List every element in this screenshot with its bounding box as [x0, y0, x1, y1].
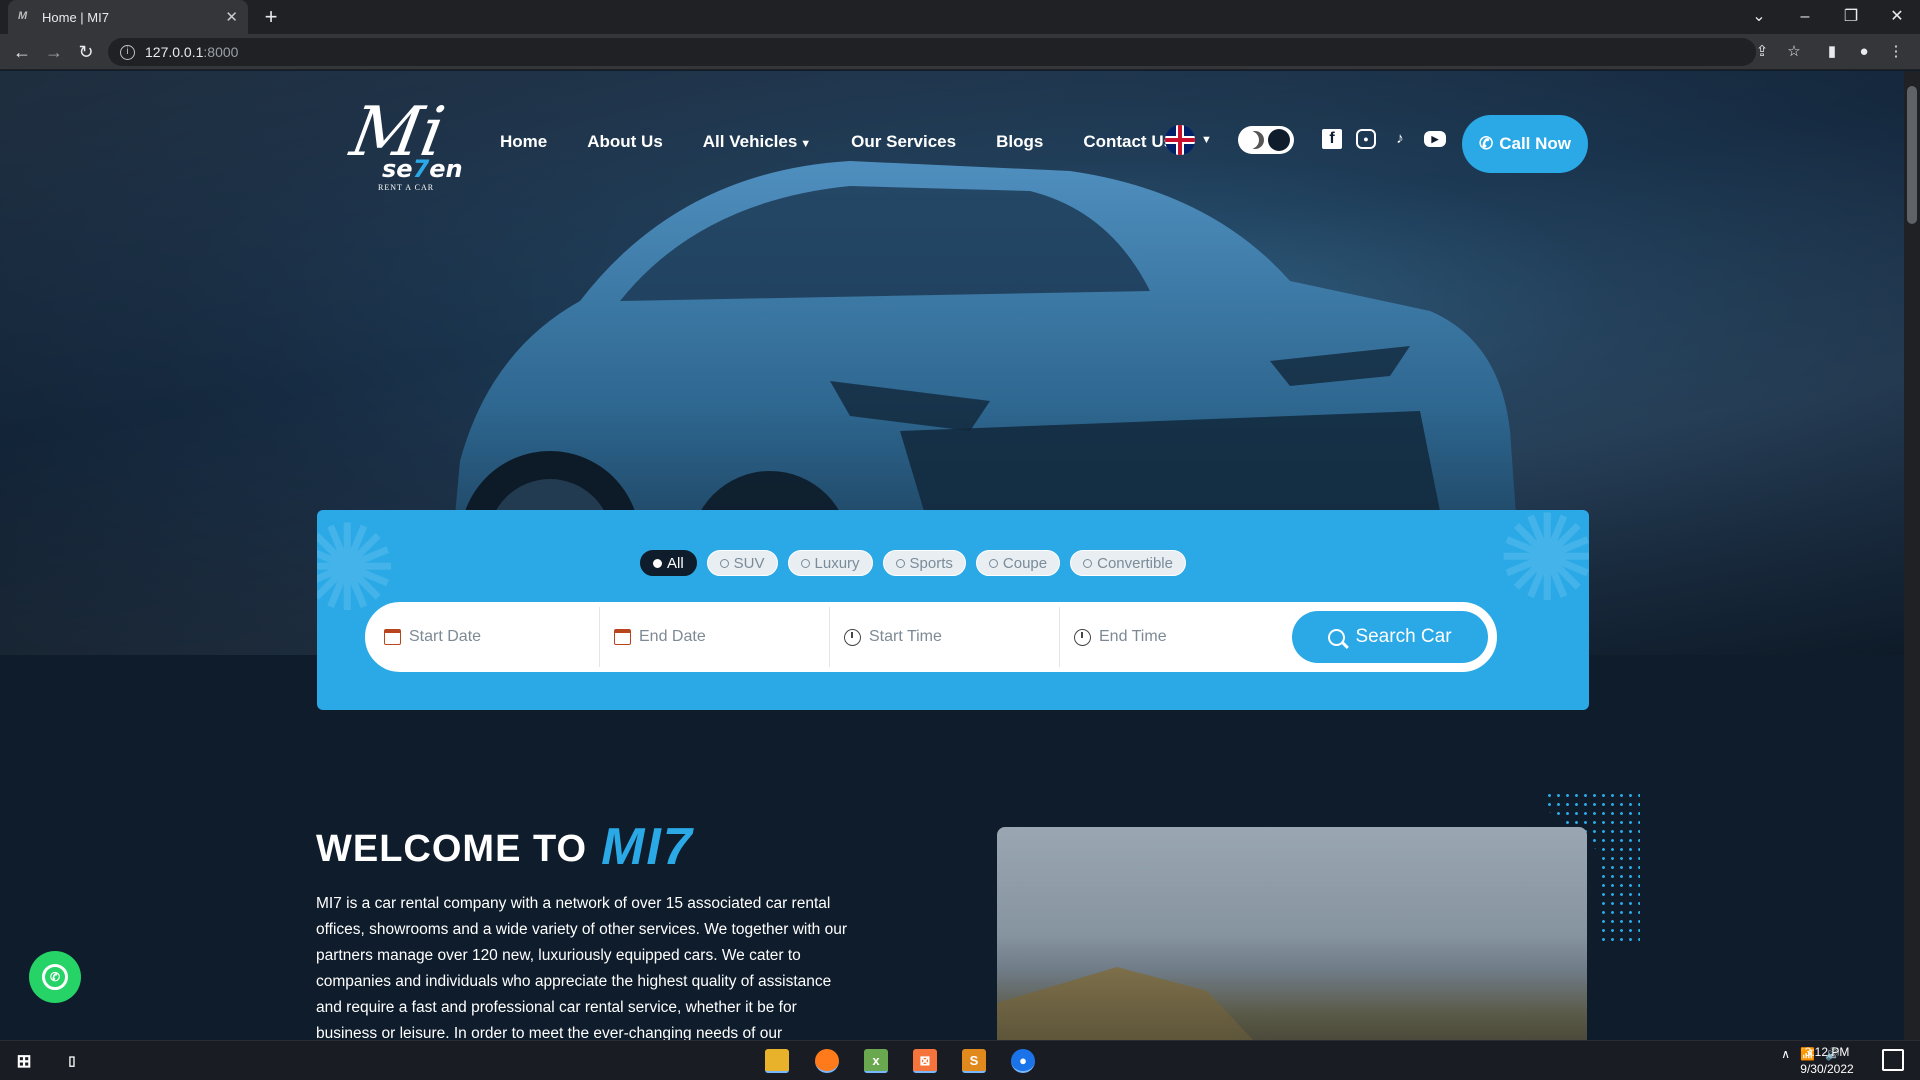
- tab-title: Home | MI7: [42, 9, 109, 25]
- decorative-pattern: ✺: [1497, 510, 1589, 629]
- radio-icon: [719, 558, 729, 568]
- search-fields: Start Date End Date Start Time End Time …: [365, 602, 1497, 672]
- chevron-down-icon: ▼: [1201, 134, 1212, 146]
- filter-convertible[interactable]: Convertible: [1070, 550, 1186, 576]
- youtube-icon[interactable]: ▶: [1424, 131, 1446, 147]
- back-button[interactable]: ←: [10, 40, 34, 64]
- car-search-panel: ✺ ✺ All SUV Luxury Sports Coupe Converti…: [317, 510, 1589, 710]
- filter-sports[interactable]: Sports: [882, 550, 966, 576]
- nav-blogs[interactable]: Blogs: [996, 132, 1043, 152]
- site-favicon-icon: M: [18, 10, 28, 22]
- close-tab-icon[interactable]: ✕: [225, 8, 238, 26]
- task-view-icon[interactable]: ▯: [60, 1049, 84, 1073]
- calendar-icon: [614, 629, 631, 645]
- site-info-icon[interactable]: i: [120, 44, 135, 60]
- nav-home[interactable]: Home: [500, 132, 547, 152]
- moon-icon: [1246, 131, 1264, 149]
- filter-suv[interactable]: SUV: [706, 550, 778, 576]
- tray-chevron-icon[interactable]: ∧: [1781, 1047, 1790, 1061]
- filter-all[interactable]: All: [640, 550, 697, 576]
- url-host: 127.0.0.1: [145, 44, 204, 60]
- share-icon[interactable]: ⇪: [1750, 40, 1774, 64]
- instagram-icon[interactable]: ●: [1356, 129, 1376, 149]
- restore-button[interactable]: ❐: [1828, 0, 1874, 34]
- search-car-button[interactable]: Search Car: [1292, 611, 1488, 663]
- main-nav: Home About Us All Vehicles ▼ Our Services…: [500, 127, 1173, 157]
- nav-all-vehicles[interactable]: All Vehicles ▼: [703, 132, 811, 152]
- hero-car-image: [450, 161, 1520, 571]
- menu-icon[interactable]: ⋮: [1884, 40, 1908, 64]
- filter-luxury[interactable]: Luxury: [787, 550, 873, 576]
- filter-coupe[interactable]: Coupe: [975, 550, 1061, 576]
- clock-icon: [844, 628, 861, 646]
- chrome-icon[interactable]: ●: [1011, 1049, 1035, 1073]
- welcome-section: WELCOME TO MI7 MI7 is a car rental compan…: [316, 818, 876, 1040]
- logo-wordmark: se7en: [382, 155, 463, 183]
- address-bar[interactable]: i 127.0.0.1:8000: [108, 38, 1756, 66]
- sublime-text-icon[interactable]: S: [962, 1049, 986, 1073]
- scrollbar-thumb[interactable]: [1907, 86, 1917, 224]
- start-date-field[interactable]: Start Date: [370, 607, 600, 667]
- nav-about-us[interactable]: About Us: [587, 132, 663, 152]
- windows-start-icon[interactable]: ⊞: [12, 1049, 36, 1073]
- minimize-button[interactable]: –: [1782, 0, 1828, 34]
- page-viewport: Mi se7en RENT A CAR Home About Us All Ve…: [0, 71, 1904, 1040]
- browser-tab[interactable]: M Home | MI7 ✕: [8, 0, 248, 34]
- app-icon[interactable]: x: [864, 1049, 888, 1073]
- radio-icon: [800, 558, 810, 568]
- side-panel-icon[interactable]: ▮: [1820, 40, 1844, 64]
- welcome-heading: WELCOME TO MI7: [316, 818, 694, 876]
- clock-icon: [1074, 628, 1091, 646]
- tab-search-icon[interactable]: ⌄: [1736, 0, 1782, 34]
- calendar-icon: [384, 629, 401, 645]
- chevron-down-icon: ▼: [800, 138, 812, 150]
- taskbar-clock[interactable]: 3:12 PM 9/30/2022: [1792, 1044, 1862, 1078]
- browser-toolbar: ← → ↻ i 127.0.0.1:8000 ⇪ ☆ ▮ ● ⋮: [0, 34, 1920, 70]
- mi7-logo[interactable]: Mi se7en RENT A CAR: [345, 93, 463, 192]
- end-date-field[interactable]: End Date: [600, 607, 830, 667]
- browser-tab-bar: M Home | MI7 ✕ + ⌄ – ❐ ✕: [0, 0, 1920, 34]
- xampp-icon[interactable]: ⊠: [913, 1049, 937, 1073]
- radio-icon: [988, 558, 998, 568]
- social-links: f ● ♪ ▶: [1322, 129, 1446, 149]
- brand-name: MI7: [601, 818, 694, 876]
- close-window-button[interactable]: ✕: [1874, 0, 1920, 34]
- radio-icon: [1083, 558, 1093, 568]
- dark-mode-toggle[interactable]: [1238, 126, 1294, 154]
- welcome-car-photo: [997, 827, 1587, 1040]
- firefox-icon[interactable]: [815, 1049, 839, 1073]
- url-port: :8000: [203, 44, 239, 60]
- file-explorer-icon[interactable]: [765, 1049, 789, 1073]
- toggle-knob: [1268, 129, 1290, 151]
- new-tab-button[interactable]: +: [258, 4, 284, 30]
- call-now-button[interactable]: ✆ Call Now: [1462, 115, 1588, 173]
- reload-button[interactable]: ↻: [74, 40, 98, 64]
- nav-contact-us[interactable]: Contact Us: [1083, 132, 1173, 152]
- end-time-field[interactable]: End Time: [1060, 607, 1290, 667]
- notification-center-icon[interactable]: [1882, 1049, 1904, 1071]
- vehicle-type-filters: All SUV Luxury Sports Coupe Convertible: [640, 550, 1186, 576]
- search-icon: [1328, 628, 1346, 646]
- whatsapp-button[interactable]: ✆: [29, 951, 81, 1003]
- bookmark-star-icon[interactable]: ☆: [1782, 40, 1806, 64]
- nav-our-services[interactable]: Our Services: [851, 132, 956, 152]
- radio-icon: [895, 558, 905, 568]
- facebook-icon[interactable]: f: [1322, 129, 1342, 149]
- tiktok-icon[interactable]: ♪: [1390, 129, 1410, 149]
- windows-taskbar: ⊞ ▯ x ⊠ S ● ∧ 📶 🔊 3:12 PM 9/30/2022: [0, 1040, 1920, 1080]
- welcome-text: MI7 is a car rental company with a netwo…: [316, 895, 847, 1040]
- profile-icon[interactable]: ●: [1852, 40, 1876, 64]
- start-time-field[interactable]: Start Time: [830, 607, 1060, 667]
- logo-tagline: RENT A CAR: [378, 183, 435, 192]
- photo-hill: [997, 967, 1297, 1040]
- forward-button[interactable]: →: [42, 40, 66, 64]
- whatsapp-icon: ✆: [42, 964, 68, 990]
- uk-flag-icon: [1165, 125, 1195, 155]
- phone-icon: ✆: [1478, 134, 1494, 153]
- radio-icon: [653, 558, 662, 568]
- language-selector[interactable]: ▼: [1165, 125, 1212, 155]
